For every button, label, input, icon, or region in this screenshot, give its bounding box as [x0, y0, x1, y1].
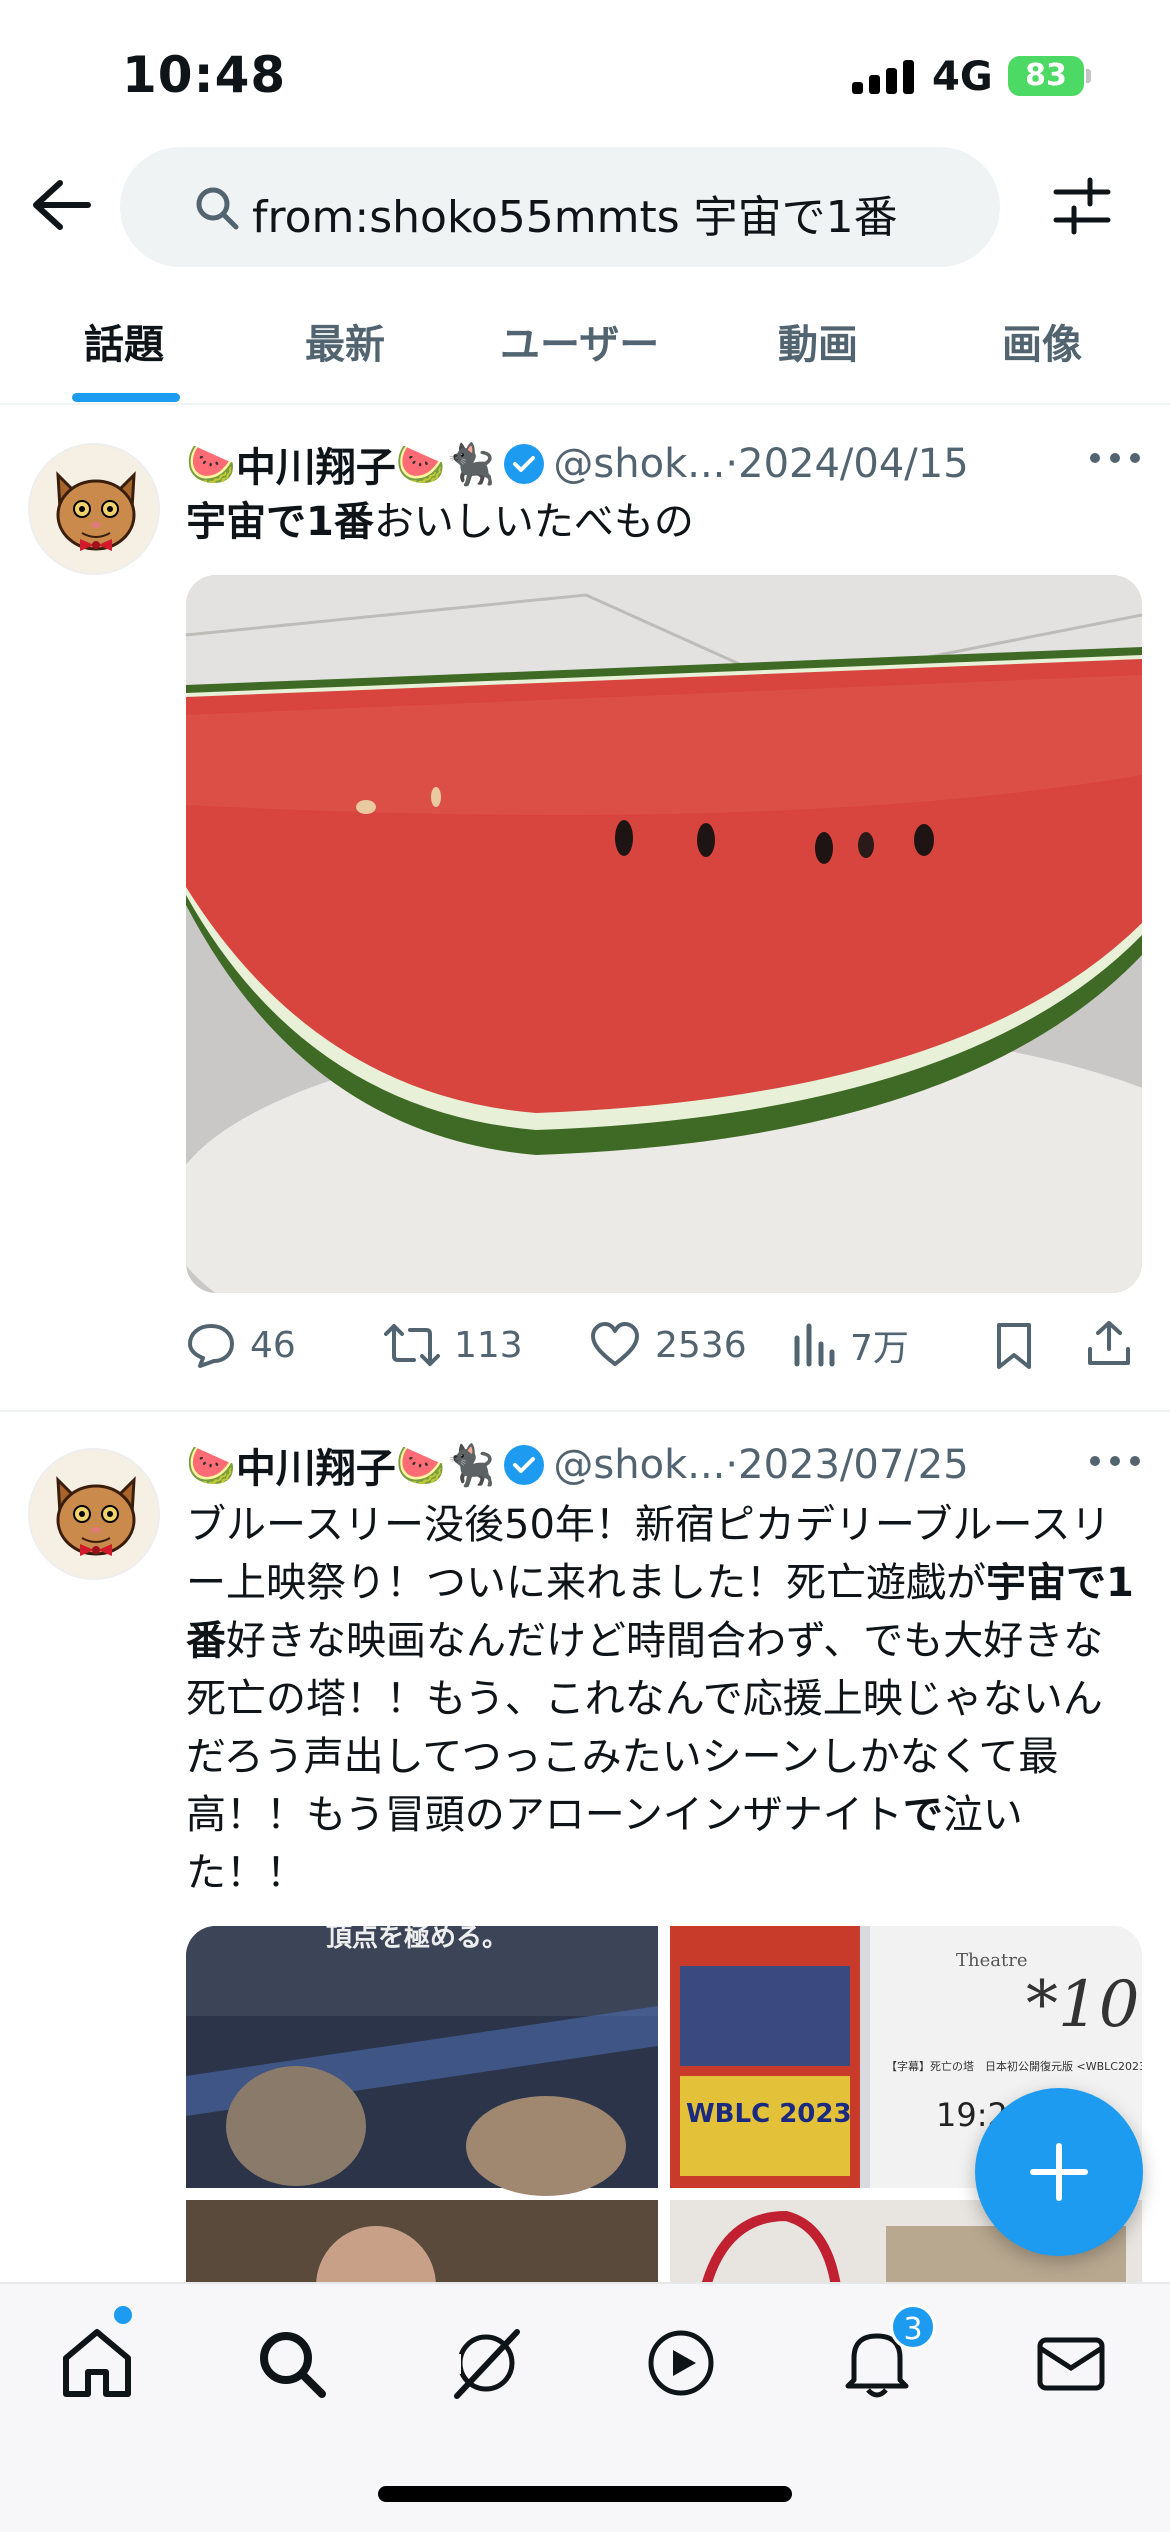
views-button[interactable]: 7万	[792, 1315, 909, 1375]
screen-ticker: 【字幕】死亡の塔 日本初公開復元版 <WBLC2023>	[886, 2059, 1142, 2073]
messages-mail-icon[interactable]	[1032, 2324, 1110, 2402]
battery-icon: 83	[1008, 56, 1091, 96]
tweet[interactable]: 🍉中川翔子🍉🐈‍⬛ @shok...·2024/04/15 宇宙で1番おいしいたべ…	[0, 405, 1170, 1410]
poster-top-text: 頂点を極める。	[326, 1926, 508, 1953]
tab-images[interactable]: 画像	[1002, 312, 1082, 370]
video-play-icon[interactable]	[642, 2324, 720, 2402]
tweet-text-highlight: 宇宙で1番	[186, 499, 374, 545]
theatre-label: Theatre	[956, 1950, 1027, 1971]
reply-icon	[188, 1324, 234, 1368]
avatar[interactable]	[28, 1448, 160, 1580]
reply-button[interactable]: 46	[186, 1315, 296, 1375]
home-icon[interactable]	[58, 2324, 136, 2402]
retweet-count: 113	[454, 1324, 523, 1366]
plus-icon	[1030, 2143, 1088, 2201]
cat-avatar-image	[30, 445, 158, 573]
tweet-date[interactable]: 2024/04/15	[738, 441, 969, 487]
tweet-actions: 46 113 2536 7万	[186, 1315, 1146, 1375]
search-header: from:shoko55mmts 宇宙で1番	[0, 140, 1170, 270]
tab-users[interactable]: ユーザー	[500, 312, 659, 370]
tweet-date[interactable]: 2023/07/25	[738, 1442, 969, 1488]
separator-dot: ·	[725, 441, 739, 487]
search-icon[interactable]	[252, 2324, 330, 2402]
display-name[interactable]: 中川翔子	[236, 1446, 396, 1492]
tweet-text: ブルースリー没後50年！新宿ピカデリーブルースリー上映祭り！ついに来れました！死…	[186, 1496, 1136, 1902]
verified-badge-icon	[504, 1445, 545, 1485]
tweet-header: 🍉中川翔子🍉🐈‍⬛ @shok...·2024/04/15	[186, 435, 969, 495]
search-input[interactable]: from:shoko55mmts 宇宙で1番	[120, 147, 1000, 267]
filter-settings-icon[interactable]	[1052, 176, 1112, 236]
home-indicator-bar[interactable]	[378, 2486, 792, 2502]
more-options-icon[interactable]	[1090, 453, 1140, 467]
reply-count: 46	[250, 1324, 296, 1366]
notification-badge: 3	[890, 2304, 936, 2350]
separator-dot: ·	[725, 1442, 739, 1488]
watermelon-emoji: 🍉	[186, 1442, 236, 1489]
avatar[interactable]	[28, 443, 160, 575]
search-icon	[196, 187, 239, 230]
bookmark-icon[interactable]	[994, 1321, 1034, 1371]
tweet-text: 宇宙で1番おいしいたべもの	[186, 493, 1136, 551]
grok-icon[interactable]	[447, 2324, 525, 2402]
watermelon-emoji: 🍉	[186, 441, 236, 488]
poster-badge-text: WBLC 2023	[686, 2099, 852, 2129]
display-name[interactable]: 中川翔子	[236, 445, 396, 491]
tweet-text-part: ブルースリー没後50年！新宿ピカデリーブルースリー上映祭り！ついに来れました！死…	[186, 1502, 1111, 1606]
tab-videos[interactable]: 動画	[778, 312, 858, 370]
search-query: from:shoko55mmts 宇宙で1番	[252, 192, 898, 243]
like-button[interactable]: 2536	[589, 1315, 747, 1375]
tab-top[interactable]: 話題	[84, 312, 164, 370]
view-count: 7万	[850, 1328, 909, 1369]
home-new-indicator	[114, 2306, 132, 2324]
name-emojis: 🍉🐈‍⬛	[395, 1442, 496, 1489]
handle[interactable]: @shok...	[553, 441, 725, 487]
screen-number: *10	[1026, 1968, 1139, 2042]
active-tab-indicator	[72, 393, 180, 402]
tweet-photo[interactable]	[186, 575, 1142, 1293]
name-emojis: 🍉🐈‍⬛	[395, 441, 496, 488]
tweet-text-rest: おいしいたべもの	[373, 499, 694, 545]
tweet-photo-grid: 頂点を極める。 WBLC 2023 Theatre *10 【字幕】死亡の塔 日…	[186, 1926, 1142, 2286]
like-count: 2536	[655, 1324, 747, 1366]
status-time: 10:48	[122, 46, 287, 104]
more-options-icon[interactable]	[1090, 1456, 1140, 1470]
battery-level: 83	[1025, 58, 1067, 93]
signal-icon	[852, 60, 914, 94]
tweet-text-highlight: で	[902, 1792, 943, 1838]
network-type: 4G	[932, 54, 993, 100]
search-tabs: 話題 最新 ユーザー 動画 画像	[0, 290, 1170, 405]
verified-badge-icon	[504, 444, 545, 484]
watermelon-photo	[186, 575, 1142, 1293]
tweet-header: 🍉中川翔子🍉🐈‍⬛ @shok...·2023/07/25	[186, 1436, 969, 1496]
views-chart-icon	[794, 1323, 835, 1367]
tab-latest[interactable]: 最新	[305, 312, 385, 370]
compose-button[interactable]	[975, 2088, 1143, 2256]
retweet-icon	[384, 1324, 440, 1366]
retweet-button[interactable]: 113	[384, 1315, 523, 1375]
share-icon[interactable]	[1086, 1319, 1132, 1369]
back-arrow-icon[interactable]	[30, 178, 92, 232]
cat-avatar-image	[30, 1450, 158, 1578]
handle[interactable]: @shok...	[553, 1442, 725, 1488]
status-bar: 10:48 4G 83	[0, 0, 1170, 140]
photo-grid-images[interactable]: 頂点を極める。 WBLC 2023 Theatre *10 【字幕】死亡の塔 日…	[186, 1926, 1142, 2286]
heart-icon	[591, 1322, 639, 1366]
